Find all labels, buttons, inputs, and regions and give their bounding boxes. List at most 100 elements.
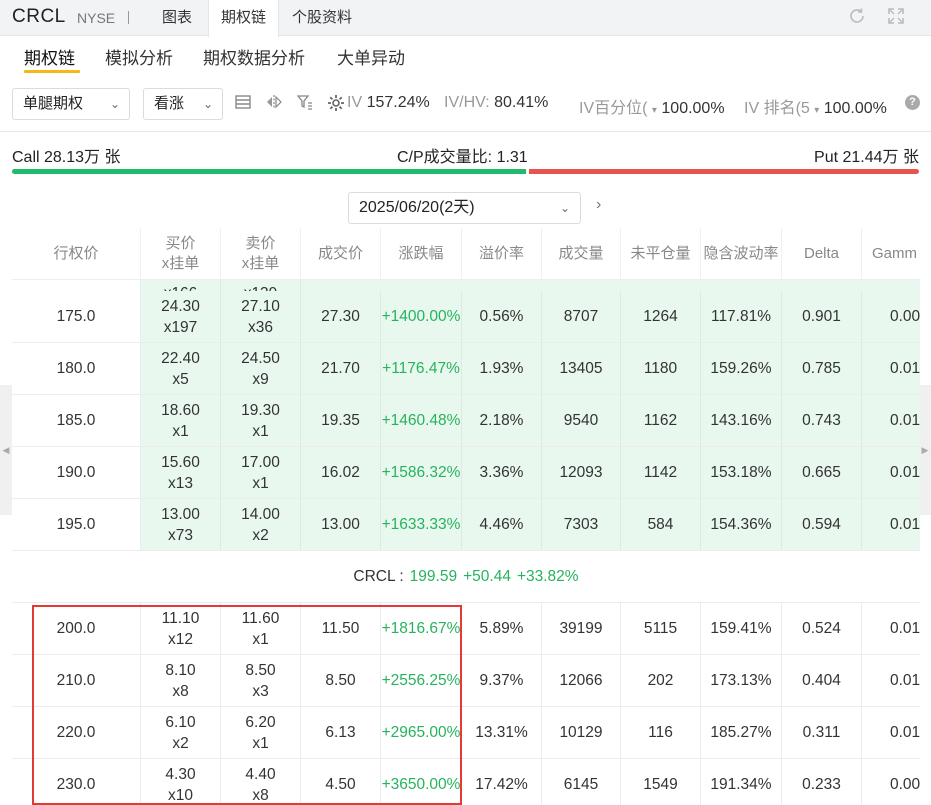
table-row[interactable]: 190.0 15.60 x13 17.00 x1 16.02 +1586.32% 3.36% 1…: [12, 447, 920, 499]
list-view-icon[interactable]: [233, 94, 253, 114]
cell-delta: 0.524: [782, 603, 862, 654]
cell-bid: 18.60 x1: [141, 395, 221, 446]
cell-ask: 24.50 x9: [221, 343, 301, 394]
column-header-bid[interactable]: 买价 x挂单: [141, 228, 221, 280]
cell-premium: 9.37%: [462, 655, 542, 706]
divider: [128, 11, 129, 24]
cell-strike: 230.0: [12, 759, 141, 805]
cp-ratio: C/P成交量比: 1.31: [397, 149, 528, 166]
size-value: x5: [172, 370, 189, 388]
cell-ask: 14.00 x2: [221, 499, 301, 550]
cell-oi: 1549: [621, 759, 701, 805]
size-value: x2: [172, 734, 189, 752]
price-value: 8.10: [165, 661, 196, 679]
cell-delta: 0.665: [782, 447, 862, 498]
size-value: x9: [252, 370, 269, 388]
next-expiry-icon[interactable]: ›: [596, 196, 601, 214]
size-value: x1: [252, 422, 269, 440]
column-header-iv[interactable]: 隐含波动率: [701, 228, 782, 280]
cell-volume: 7303: [542, 499, 621, 550]
subtab-option-data[interactable]: 期权数据分析: [203, 44, 305, 69]
expand-icon[interactable]: [885, 6, 907, 28]
price-value: 14.00: [241, 505, 280, 523]
cell-last: 21.70: [301, 343, 381, 394]
tab-option-chain[interactable]: 期权链: [208, 0, 280, 37]
help-icon[interactable]: ?: [905, 95, 920, 110]
compare-icon[interactable]: [264, 94, 284, 114]
column-header-strike[interactable]: 行权价: [12, 228, 141, 280]
cell-last: 4.50: [301, 759, 381, 805]
cell-oi: 1264: [621, 291, 701, 342]
cell-premium: 13.31%: [462, 707, 542, 758]
size-value: x2: [252, 526, 269, 544]
cell-change: +1176.47%: [381, 343, 462, 394]
table-row[interactable]: 200.0 11.10 x12 11.60 x1 11.50 +1816.67% 5.89% 3…: [12, 603, 920, 655]
cell-change: +2556.25%: [381, 655, 462, 706]
cell-bid: 8.10 x8: [141, 655, 221, 706]
cell-bid: 22.40 x5: [141, 343, 221, 394]
subtab-option-chain[interactable]: 期权链: [24, 44, 75, 69]
tab-chart[interactable]: 图表: [150, 0, 204, 36]
table-row[interactable]: 185.0 18.60 x1 19.30 x1 19.35 +1460.48% 2.18% 95…: [12, 395, 920, 447]
cell-last: 16.02: [301, 447, 381, 498]
column-header-last[interactable]: 成交价: [301, 228, 381, 280]
cell-oi: 584: [621, 499, 701, 550]
iv-percentile-metric[interactable]: IV百分位( ▾ 100.00%: [579, 94, 725, 118]
column-header-oi[interactable]: 未平仓量: [621, 228, 701, 280]
column-header-delta[interactable]: Delta: [782, 228, 862, 280]
size-value: x197: [163, 318, 198, 336]
tab-company-info[interactable]: 个股资料: [280, 0, 364, 36]
price-value: 13.00: [161, 505, 200, 523]
column-header-premium[interactable]: 溢价率: [462, 228, 542, 280]
underlying-change: +50.44: [463, 567, 511, 585]
table-row[interactable]: 175.0 24.30 x197 27.10 x36 27.30 +1400.00% 0.56…: [12, 291, 920, 343]
iv-rank-metric[interactable]: IV 排名(5 ▾ 100.00%: [744, 94, 887, 118]
size-value: x1: [252, 734, 269, 752]
gear-icon[interactable]: [326, 94, 346, 114]
direction-select[interactable]: 看涨 ⌄: [143, 88, 223, 120]
cell-delta: 0.901: [782, 291, 862, 342]
iv-metric: IV 157.24%: [347, 94, 430, 111]
cell-iv: 143.16%: [701, 395, 782, 446]
cell-change: +2965.00%: [381, 707, 462, 758]
option-type-select[interactable]: 单腿期权 ⌄: [12, 88, 130, 120]
cell-change: +1400.00%: [381, 291, 462, 342]
price-value: 6.20: [245, 713, 276, 731]
cell-strike: 180.0: [12, 343, 141, 394]
price-value: 18.60: [161, 401, 200, 419]
price-value: 19.30: [241, 401, 280, 419]
cell-delta: 0.233: [782, 759, 862, 805]
price-value: 17.00: [241, 453, 280, 471]
cell-ask: 27.10 x36: [221, 291, 301, 342]
column-header-change[interactable]: 涨跌幅: [381, 228, 462, 280]
table-row[interactable]: 210.0 8.10 x8 8.50 x3 8.50 +2556.25% 9.37% 12066…: [12, 655, 920, 707]
table-row[interactable]: 220.0 6.10 x2 6.20 x1 6.13 +2965.00% 13.31% 1012…: [12, 707, 920, 759]
cell-change: +1816.67%: [381, 603, 462, 654]
cell-oi: 202: [621, 655, 701, 706]
filter-icon[interactable]: [295, 94, 315, 114]
table-row[interactable]: 180.0 22.40 x5 24.50 x9 21.70 +1176.47% 1.93% 13…: [12, 343, 920, 395]
top-bar: CRCL NYSE 图表 期权链 个股资料: [0, 0, 931, 37]
cell-strike: 175.0: [12, 291, 141, 342]
scroll-left-icon[interactable]: ◀: [0, 385, 12, 515]
cell-delta: 0.743: [782, 395, 862, 446]
refresh-icon[interactable]: [846, 6, 868, 28]
cell-strike: 185.0: [12, 395, 141, 446]
subtab-block-trades[interactable]: 大单异动: [337, 44, 405, 69]
table-row[interactable]: 195.0 13.00 x73 14.00 x2 13.00 +1633.33% 4.46% 7…: [12, 499, 920, 551]
cell-gamma: 0.012: [890, 412, 920, 429]
column-header-gamma[interactable]: Gamm: [862, 228, 920, 280]
expiry-select[interactable]: 2025/06/20(2天) ⌄: [348, 192, 581, 224]
scroll-right-icon[interactable]: ▶: [919, 385, 931, 515]
cell-oi: 5115: [621, 603, 701, 654]
column-header-volume[interactable]: 成交量: [542, 228, 621, 280]
subtab-simulation[interactable]: 模拟分析: [105, 44, 173, 69]
cell-last: 19.35: [301, 395, 381, 446]
size-value: x8: [252, 786, 269, 804]
column-header-ask[interactable]: 卖价 x挂单: [221, 228, 301, 280]
table-row[interactable]: 230.0 4.30 x10 4.40 x8 4.50 +3650.00% 17.42% 614…: [12, 759, 920, 805]
chevron-down-icon: ▾: [651, 105, 657, 116]
cell-delta: 0.785: [782, 343, 862, 394]
cell-volume: 10129: [542, 707, 621, 758]
cell-iv: 154.36%: [701, 499, 782, 550]
